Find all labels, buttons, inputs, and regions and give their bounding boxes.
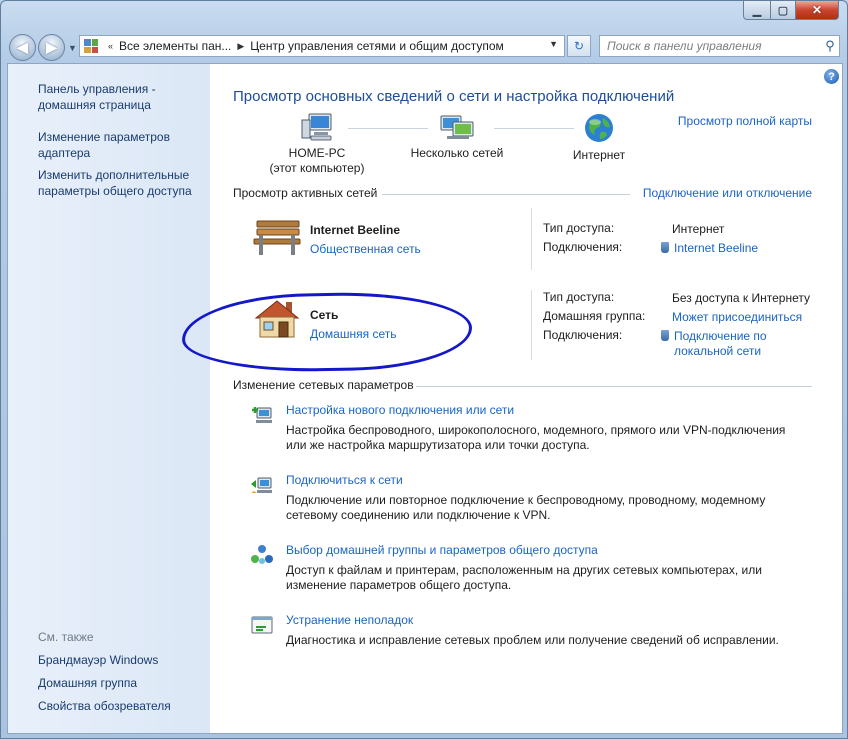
close-icon: ✕ <box>811 3 823 17</box>
multiple-networks-icon <box>440 115 474 139</box>
homegroup-icon <box>251 545 273 564</box>
content-pane: Панель управления - домашняя страница Из… <box>7 63 843 734</box>
sidebar-link-homegroup[interactable]: Домашняя группа <box>38 675 137 691</box>
new-connection-description: Настройка беспроводного, широкополосного… <box>286 423 786 452</box>
recent-pages-dropdown[interactable]: ▼ <box>68 43 78 53</box>
breadcrumb-segment-network-center[interactable]: Центр управления сетями и общим доступом <box>250 39 504 53</box>
refresh-icon: ↻ <box>573 39 585 53</box>
page-title: Просмотр основных сведений о сети и наст… <box>233 88 675 105</box>
network-divider-1 <box>531 208 532 270</box>
forward-arrow-icon: ▶ <box>46 39 57 55</box>
sidebar-link-adapter-settings[interactable]: Изменение параметров адаптера <box>38 129 188 161</box>
change-settings-divider <box>416 386 812 387</box>
minimize-icon: ▁ <box>752 4 762 17</box>
connect-disconnect-link[interactable]: Подключение или отключение <box>643 186 812 200</box>
sidebar-link-control-panel-home[interactable]: Панель управления - домашняя страница <box>38 81 188 113</box>
map-pc-name: HOME-PC <box>288 146 346 160</box>
sidebar-link-firewall[interactable]: Брандмауэр Windows <box>38 652 158 668</box>
back-arrow-icon: ◀ <box>17 39 28 55</box>
homegroup-join-link[interactable]: Может присоединиться <box>672 310 802 325</box>
access-type-label: Тип доступа: <box>543 290 615 304</box>
connection-beeline-label: Internet Beeline <box>674 241 759 255</box>
active-networks-divider <box>382 194 630 195</box>
connection-lan-label-2: локальной сети <box>674 344 762 358</box>
access-type-value: Интернет <box>672 222 725 236</box>
main-panel: Просмотр основных сведений о сети и наст… <box>232 64 842 733</box>
new-connection-link[interactable]: Настройка нового подключения или сети <box>286 403 514 417</box>
full-map-link[interactable]: Просмотр полной карты <box>678 114 812 128</box>
refresh-button[interactable]: ↻ <box>567 35 591 57</box>
home-network-icon <box>254 300 300 338</box>
breadcrumb-arrow-icon[interactable]: ▶ <box>237 41 244 52</box>
connection-plug-icon <box>661 330 669 341</box>
search-icon[interactable]: ⚲ <box>821 38 839 54</box>
access-type-label: Тип доступа: <box>543 221 615 235</box>
connect-network-link[interactable]: Подключиться к сети <box>286 473 403 487</box>
access-type-value: Без доступа к Интернету <box>672 291 811 305</box>
search-box: ⚲ <box>599 35 840 57</box>
sidebar-link-advanced-sharing[interactable]: Изменить дополнительные параметры общего… <box>38 167 198 199</box>
map-node-this-pc[interactable]: HOME-PC (этот компьютер) <box>262 112 372 176</box>
network-type-public-link[interactable]: Общественная сеть <box>310 242 421 256</box>
map-pc-subtitle: (этот компьютер) <box>269 161 365 175</box>
map-middle-label: Несколько сетей <box>410 146 504 160</box>
connections-label: Подключения: <box>543 328 623 342</box>
new-connection-icon <box>252 407 272 423</box>
see-also-title: См. также <box>38 630 94 644</box>
connection-lan-link[interactable]: Подключение по локальной сети <box>661 329 767 359</box>
troubleshoot-icon <box>251 616 273 634</box>
maximize-icon: ▢ <box>777 4 789 17</box>
network-divider-2 <box>531 290 532 360</box>
map-node-multiple-networks[interactable]: Несколько сетей <box>398 112 516 161</box>
connection-beeline-link[interactable]: Internet Beeline <box>661 241 758 256</box>
connect-network-description: Подключение или повторное подключение к … <box>286 493 766 522</box>
network-type-home-link[interactable]: Домашняя сеть <box>310 327 396 341</box>
troubleshoot-description: Диагностика и исправление сетевых пробле… <box>286 633 779 647</box>
back-button[interactable]: ◀ <box>9 34 36 61</box>
breadcrumb-separator-icon[interactable]: « <box>108 41 113 51</box>
address-dropdown-icon[interactable]: ▼ <box>549 39 558 49</box>
homegroup-sharing-link[interactable]: Выбор домашней группы и параметров общег… <box>286 543 598 557</box>
change-settings-title: Изменение сетевых параметров <box>233 378 414 392</box>
bench-icon <box>253 220 301 255</box>
network-name-home: Сеть <box>310 308 339 322</box>
active-networks-title: Просмотр активных сетей <box>233 186 378 200</box>
minimize-button[interactable]: ▁ <box>743 1 771 20</box>
connection-lan-label-1: Подключение по <box>674 329 767 343</box>
breadcrumb-segment-all-items[interactable]: Все элементы пан... <box>119 39 231 53</box>
network-name-beeline: Internet Beeline <box>310 223 401 237</box>
caption-buttons: ▁ ▢ ✕ <box>743 1 839 20</box>
map-internet-label: Интернет <box>572 148 626 162</box>
navigation-buttons: ◀ ▶ ▼ <box>9 34 78 61</box>
maximize-button[interactable]: ▢ <box>771 1 796 20</box>
control-panel-icon <box>84 39 98 53</box>
address-bar[interactable]: « Все элементы пан... ▶ Центр управления… <box>79 35 565 57</box>
map-node-internet[interactable]: Интернет <box>554 112 644 163</box>
globe-icon <box>585 114 613 142</box>
sidebar: Панель управления - домашняя страница Из… <box>8 64 210 733</box>
connect-network-icon <box>251 477 272 493</box>
forward-button[interactable]: ▶ <box>38 34 65 61</box>
connections-label: Подключения: <box>543 240 623 254</box>
homegroup-label: Домашняя группа: <box>543 309 646 323</box>
computer-icon <box>301 113 332 141</box>
troubleshoot-link[interactable]: Устранение неполадок <box>286 613 413 627</box>
connection-plug-icon <box>661 242 669 253</box>
window: ▁ ▢ ✕ ◀ ▶ ▼ « Все элементы пан... ▶ Цент… <box>0 0 848 739</box>
homegroup-sharing-description: Доступ к файлам и принтерам, расположенн… <box>286 563 762 592</box>
search-input[interactable] <box>600 38 821 54</box>
chevron-down-icon: ▼ <box>68 42 77 53</box>
sidebar-link-internet-options[interactable]: Свойства обозревателя <box>38 698 171 714</box>
close-button[interactable]: ✕ <box>796 1 839 20</box>
